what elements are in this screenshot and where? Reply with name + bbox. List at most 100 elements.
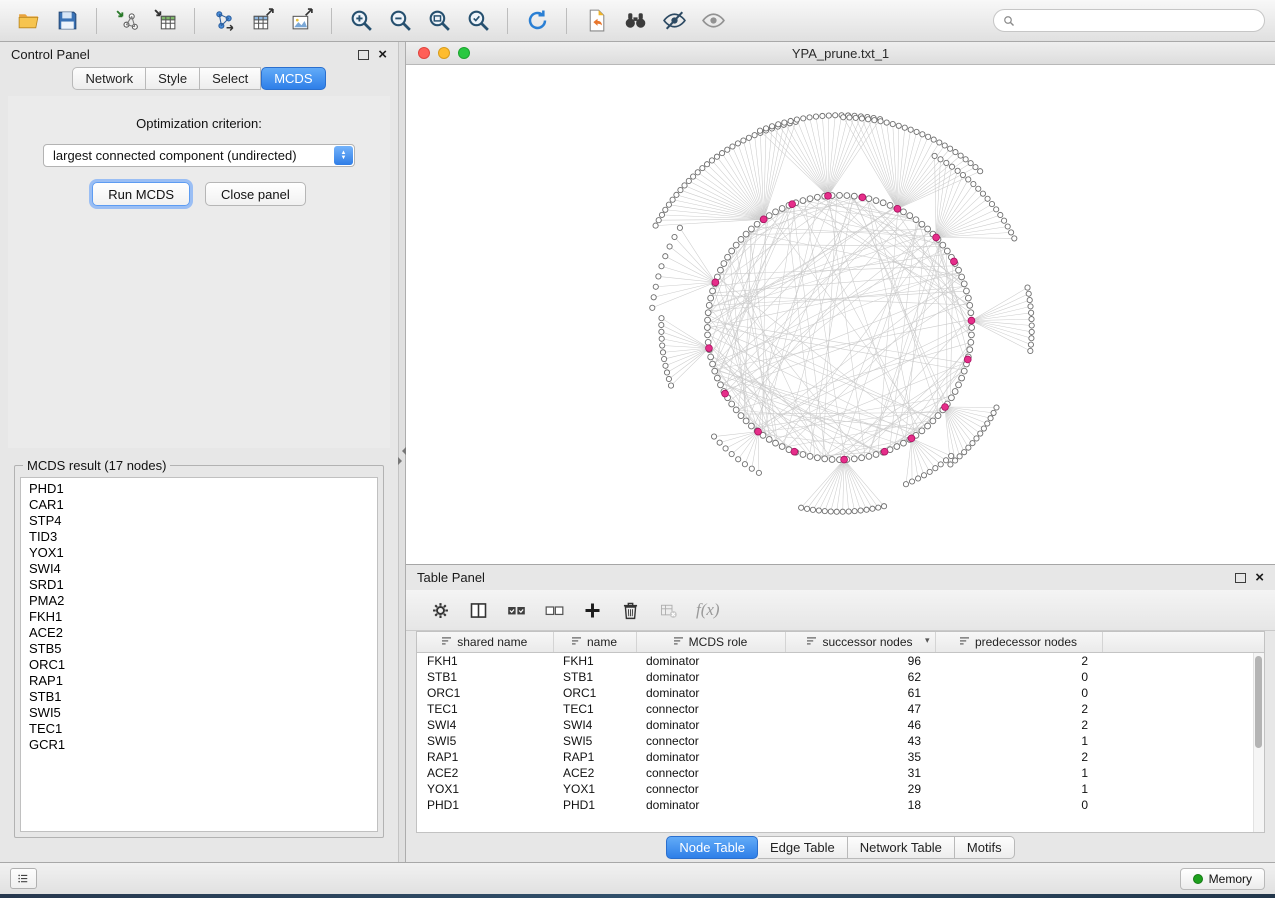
column-grip-icon[interactable] (807, 635, 817, 649)
table-scrollbar[interactable] (1253, 653, 1264, 832)
mcds-tab-content: Optimization criterion: largest connecte… (8, 96, 390, 448)
table-tab[interactable]: Motifs (955, 836, 1015, 859)
result-node-item[interactable]: ORC1 (21, 657, 377, 673)
splitter-collapse-icon[interactable] (398, 447, 406, 465)
column-grip-icon[interactable] (674, 635, 684, 649)
export-image-button[interactable] (284, 5, 320, 37)
table-row[interactable]: PHD1 PHD1 dominator 18 0 (417, 797, 1264, 813)
result-node-item[interactable]: RAP1 (21, 673, 377, 689)
control-panel-tab[interactable]: MCDS (261, 67, 325, 90)
panel-splitter[interactable] (398, 42, 406, 862)
control-panel-tab[interactable]: Select (200, 67, 261, 90)
zoom-selected-button[interactable] (460, 5, 496, 37)
task-history-button[interactable] (10, 868, 37, 889)
zoom-in-button[interactable] (343, 5, 379, 37)
mcds-result-title: MCDS result (17 nodes) (23, 458, 170, 473)
result-node-item[interactable]: STP4 (21, 513, 377, 529)
column-grip-icon[interactable] (960, 635, 970, 649)
import-network-button[interactable] (108, 5, 144, 37)
cell-mcds-role: dominator (636, 669, 785, 685)
cell-shared-name: PHD1 (417, 797, 553, 813)
cell-predecessor-nodes: 0 (935, 685, 1102, 701)
column-header[interactable]: name ▾ (553, 632, 636, 653)
table-row[interactable]: FKH1 FKH1 dominator 96 2 (417, 653, 1264, 670)
result-node-item[interactable]: SRD1 (21, 577, 377, 593)
result-node-item[interactable]: PHD1 (21, 481, 377, 497)
column-header[interactable]: MCDS role ▾ (636, 632, 785, 653)
criterion-select[interactable]: largest connected component (undirected)… (43, 144, 355, 167)
table-tab[interactable]: Node Table (666, 836, 758, 859)
column-header[interactable]: ▾ (1102, 632, 1264, 653)
select-all-button[interactable] (502, 596, 531, 625)
column-grip-icon[interactable] (572, 635, 582, 649)
column-settings-button[interactable] (426, 596, 455, 625)
result-node-item[interactable]: ACE2 (21, 625, 377, 641)
result-node-item[interactable]: YOX1 (21, 545, 377, 561)
apply-layout-button[interactable] (519, 5, 555, 37)
table-row[interactable]: YOX1 YOX1 connector 29 1 (417, 781, 1264, 797)
result-node-item[interactable]: FKH1 (21, 609, 377, 625)
result-node-item[interactable]: SWI5 (21, 705, 377, 721)
add-row-button[interactable] (578, 596, 607, 625)
table-row[interactable]: SWI4 SWI4 dominator 46 2 (417, 717, 1264, 733)
column-header[interactable]: shared name ▾ (417, 632, 553, 653)
run-mcds-button[interactable]: Run MCDS (92, 182, 190, 206)
checked-boxes-icon (506, 600, 527, 621)
search-input[interactable] (1021, 13, 1255, 29)
zoom-selected-icon (466, 8, 491, 33)
table-row[interactable]: STB1 STB1 dominator 62 0 (417, 669, 1264, 685)
export-table-button[interactable] (245, 5, 281, 37)
table-scrollbar-thumb[interactable] (1255, 656, 1262, 748)
result-node-item[interactable]: CAR1 (21, 497, 377, 513)
mcds-result-list[interactable]: PHD1CAR1STP4TID3YOX1SWI4SRD1PMA2FKH1ACE2… (20, 477, 378, 832)
search-network-button[interactable] (617, 5, 653, 37)
clone-network-button[interactable] (578, 5, 614, 37)
column-dropdown-icon[interactable]: ▾ (925, 635, 930, 646)
table-row[interactable]: TEC1 TEC1 connector 47 2 (417, 701, 1264, 717)
zoom-out-button[interactable] (382, 5, 418, 37)
table-row[interactable]: ORC1 ORC1 dominator 61 0 (417, 685, 1264, 701)
delete-row-button[interactable] (616, 596, 645, 625)
open-session-button[interactable] (10, 5, 46, 37)
close-table-panel-icon[interactable]: × (1255, 570, 1264, 585)
control-panel-tab[interactable]: Network (72, 67, 146, 90)
close-panel-button[interactable]: Close panel (205, 182, 306, 206)
column-grip-icon[interactable] (442, 635, 452, 649)
close-panel-icon[interactable]: × (378, 47, 387, 62)
column-header[interactable]: successor nodes ▾ (785, 632, 935, 653)
result-node-item[interactable]: PMA2 (21, 593, 377, 609)
result-node-item[interactable]: GCR1 (21, 737, 377, 753)
show-columns-button[interactable] (464, 596, 493, 625)
float-table-panel-icon[interactable] (1235, 573, 1246, 583)
result-node-item[interactable]: STB5 (21, 641, 377, 657)
desktop-edge (0, 894, 1275, 898)
deselect-all-button[interactable] (540, 596, 569, 625)
table-row[interactable]: RAP1 RAP1 dominator 35 2 (417, 749, 1264, 765)
table-panel-header: Table Panel × (406, 565, 1275, 590)
zoom-fit-button[interactable] (421, 5, 457, 37)
result-node-item[interactable]: TEC1 (21, 721, 377, 737)
save-session-button[interactable] (49, 5, 85, 37)
cell-successor-nodes: 35 (785, 749, 935, 765)
table-tab[interactable]: Edge Table (758, 836, 848, 859)
float-panel-icon[interactable] (358, 50, 369, 60)
import-table-button[interactable] (147, 5, 183, 37)
result-node-item[interactable]: SWI4 (21, 561, 377, 577)
table-tab[interactable]: Network Table (848, 836, 955, 859)
control-panel-tab[interactable]: Style (146, 67, 200, 90)
export-network-button[interactable] (206, 5, 242, 37)
column-header[interactable]: predecessor nodes ▾ (935, 632, 1102, 653)
table-body: FKH1 FKH1 dominator 96 2 STB1 STB1 domin… (417, 653, 1264, 814)
show-all-button (695, 5, 731, 37)
table-row[interactable]: SWI5 SWI5 connector 43 1 (417, 733, 1264, 749)
cell-filler (1102, 685, 1264, 701)
table-row[interactable]: ACE2 ACE2 connector 31 1 (417, 765, 1264, 781)
result-node-item[interactable]: TID3 (21, 529, 377, 545)
hide-selected-button[interactable] (656, 5, 692, 37)
cell-filler (1102, 733, 1264, 749)
status-bar: Memory (0, 862, 1275, 894)
memory-button[interactable]: Memory (1180, 868, 1265, 890)
result-node-item[interactable]: STB1 (21, 689, 377, 705)
cell-predecessor-nodes: 1 (935, 781, 1102, 797)
network-canvas[interactable] (406, 65, 1275, 564)
